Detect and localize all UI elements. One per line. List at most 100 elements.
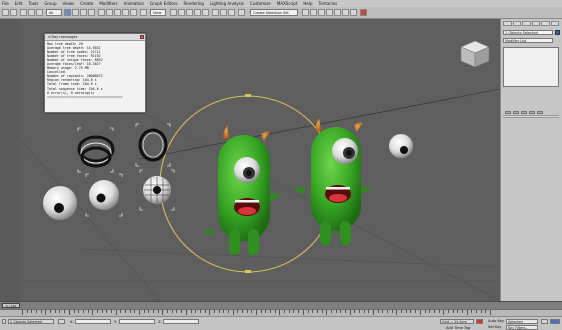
go-to-start-icon[interactable] xyxy=(541,319,548,324)
ring-handle-bottom[interactable] xyxy=(245,270,251,273)
select-by-name-icon[interactable] xyxy=(72,9,79,16)
link-icon[interactable] xyxy=(20,9,27,16)
selection-status: 2 Objects Selected xyxy=(8,319,54,324)
rectangular-selection-icon[interactable] xyxy=(80,9,87,16)
object-name-field[interactable]: 2 Objects Selected xyxy=(503,30,553,35)
menu-lighting-analysis[interactable]: Lighting Analysis xyxy=(210,0,244,7)
menu-file[interactable]: File xyxy=(2,0,9,7)
select-scale-icon[interactable] xyxy=(114,9,121,16)
eyeball-object-1[interactable] xyxy=(43,186,77,220)
select-manipulate-icon[interactable] xyxy=(140,9,147,16)
render-production-icon[interactable] xyxy=(350,9,357,16)
monster-character-2[interactable] xyxy=(294,118,370,245)
pin-stack-icon[interactable] xyxy=(505,111,511,114)
snaps-toggle-icon[interactable] xyxy=(178,9,185,16)
time-slider-bar[interactable]: 0 / 100 xyxy=(0,301,562,309)
vray-window-titlebar[interactable]: V-Ray messages xyxy=(45,34,145,41)
add-time-tag[interactable]: Add Time Tag xyxy=(446,326,470,330)
object-color-swatch[interactable] xyxy=(555,30,560,35)
redo-icon[interactable] xyxy=(10,9,17,16)
configure-sets-icon[interactable] xyxy=(537,111,543,114)
menu-views[interactable]: Views xyxy=(63,0,75,7)
eyeball-object-4[interactable] xyxy=(389,134,413,158)
remove-modifier-icon[interactable] xyxy=(529,111,535,114)
modifier-stack[interactable] xyxy=(503,47,559,87)
angle-snap-icon[interactable] xyxy=(186,9,193,16)
named-selection-dropdown[interactable]: Create Selection Set xyxy=(250,9,298,16)
material-editor-icon[interactable] xyxy=(326,9,333,16)
track-bar[interactable] xyxy=(0,309,562,316)
maxscript-listener-icon[interactable] xyxy=(2,319,6,324)
graphite-toggle-icon[interactable] xyxy=(302,9,309,16)
menu-group[interactable]: Group xyxy=(44,0,56,7)
layer-manager-icon[interactable] xyxy=(238,9,245,16)
auto-key-indicator[interactable] xyxy=(476,319,483,324)
y-coordinate-field[interactable] xyxy=(119,319,155,324)
tab-display[interactable] xyxy=(541,21,550,26)
render-active-shade-icon[interactable] xyxy=(360,9,367,16)
eyeball-object-2[interactable] xyxy=(85,173,123,217)
menu-create[interactable]: Create xyxy=(80,0,93,7)
menu-rendering[interactable]: Rendering xyxy=(184,0,204,7)
ring-object-2[interactable] xyxy=(135,123,171,167)
select-object-icon[interactable] xyxy=(64,9,71,16)
tab-modify[interactable] xyxy=(512,21,521,26)
auto-key-label[interactable]: Auto Key xyxy=(488,319,504,323)
curve-editor-icon[interactable] xyxy=(310,9,317,16)
undo-icon[interactable] xyxy=(2,9,9,16)
show-end-result-icon[interactable] xyxy=(513,111,519,114)
place-icon[interactable] xyxy=(122,9,129,16)
schematic-view-icon[interactable] xyxy=(318,9,325,16)
ref-coord-dropdown[interactable]: View xyxy=(150,9,166,16)
z-coordinate-field[interactable] xyxy=(163,319,199,324)
tab-utilities[interactable] xyxy=(550,21,559,26)
key-mode-dropdown[interactable]: Selected xyxy=(506,319,538,324)
lock-selection-icon[interactable] xyxy=(58,319,65,324)
viewcube[interactable] xyxy=(460,40,490,68)
x-coordinate-field[interactable] xyxy=(75,319,111,324)
pivot-icon[interactable] xyxy=(130,9,137,16)
mirror-icon[interactable] xyxy=(220,9,227,16)
window-crossing-icon[interactable] xyxy=(88,9,95,16)
spinner-snap-icon[interactable] xyxy=(202,9,209,16)
bind-space-warp-icon[interactable] xyxy=(36,9,43,16)
menu-edit[interactable]: Edit xyxy=(15,0,23,7)
menu-animation[interactable]: Animation xyxy=(124,0,144,7)
render-setup-icon[interactable] xyxy=(334,9,341,16)
keyboard-shortcut-icon[interactable] xyxy=(170,9,177,16)
track-bar-tick xyxy=(96,310,98,313)
percent-snap-icon[interactable] xyxy=(194,9,201,16)
time-slider[interactable]: 0 / 100 xyxy=(2,303,20,308)
ring-object-1[interactable] xyxy=(77,127,115,173)
rendered-frame-window-icon[interactable] xyxy=(342,9,349,16)
track-bar-tick xyxy=(415,310,417,313)
menu-help[interactable]: Help xyxy=(303,0,312,7)
select-move-icon[interactable] xyxy=(98,9,105,16)
make-unique-icon[interactable] xyxy=(521,111,527,114)
tab-motion[interactable] xyxy=(531,21,540,26)
menu-modifiers[interactable]: Modifiers xyxy=(99,0,117,7)
key-filters-button[interactable]: Key Filters... xyxy=(506,325,538,330)
play-icon[interactable] xyxy=(550,319,560,324)
ring-handle-top[interactable] xyxy=(245,94,251,97)
menu-tools[interactable]: Tools xyxy=(28,0,38,7)
menu-tentacles[interactable]: Tentacles xyxy=(319,0,338,7)
tab-create[interactable] xyxy=(503,21,512,26)
set-key-label[interactable]: Set Key xyxy=(488,325,502,329)
perspective-viewport[interactable]: V-Ray messages Max tree depth: 20 Averag… xyxy=(20,19,500,301)
selection-filter-dropdown[interactable]: All xyxy=(46,9,62,16)
menu-customize[interactable]: Customize xyxy=(250,0,271,7)
unlink-icon[interactable] xyxy=(28,9,35,16)
menu-graph-editors[interactable]: Graph Editors xyxy=(150,0,177,7)
track-bar-tick xyxy=(195,310,197,313)
align-icon[interactable] xyxy=(228,9,235,16)
eyeball-object-3[interactable] xyxy=(139,169,175,211)
select-rotate-icon[interactable] xyxy=(106,9,113,16)
menu-maxscript[interactable]: MAXScript xyxy=(277,0,298,7)
edit-named-sets-icon[interactable] xyxy=(212,9,219,16)
vray-messages-window[interactable]: V-Ray messages Max tree depth: 20 Averag… xyxy=(44,33,146,113)
track-bar-tick xyxy=(476,310,477,313)
tab-hierarchy[interactable] xyxy=(522,21,531,26)
modifier-list-dropdown[interactable]: Modifier List xyxy=(503,38,553,43)
close-icon[interactable] xyxy=(140,35,144,39)
